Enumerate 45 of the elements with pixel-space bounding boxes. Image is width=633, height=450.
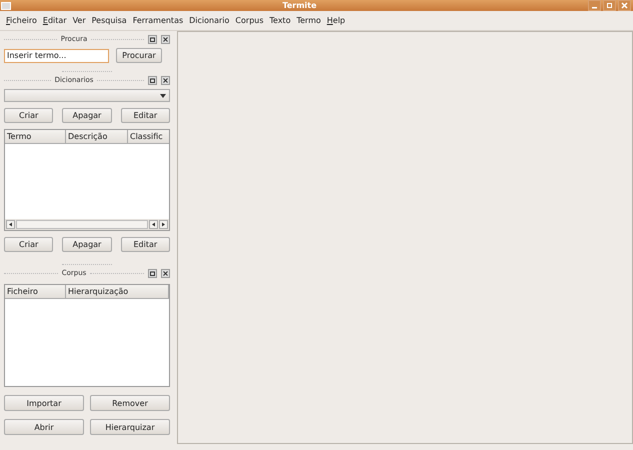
close-icon[interactable] xyxy=(161,76,170,84)
scroll-right-button[interactable] xyxy=(159,220,168,229)
corpus-button[interactable]: Abrir xyxy=(4,419,84,435)
corpus-button[interactable]: Importar xyxy=(4,395,84,411)
float-icon[interactable] xyxy=(148,34,157,44)
window-icon xyxy=(1,2,11,10)
column-header[interactable]: Classific xyxy=(128,130,169,143)
close-icon[interactable] xyxy=(161,34,170,44)
dictionary-button[interactable]: Apagar xyxy=(62,108,112,123)
float-icon[interactable] xyxy=(148,268,158,278)
menu-item[interactable]: Ferramentas xyxy=(130,16,186,25)
window-title: Termite xyxy=(281,0,318,10)
search-button[interactable]: Procurar xyxy=(116,48,162,63)
menu-item[interactable]: Termo xyxy=(294,16,324,25)
column-header[interactable]: Hierarquização xyxy=(66,285,169,298)
menu-item[interactable]: Pesquisa xyxy=(88,16,130,25)
close-button[interactable] xyxy=(618,0,631,11)
close-icon[interactable] xyxy=(161,268,170,278)
scroll-left-button[interactable] xyxy=(6,220,15,229)
column-header[interactable]: Ficheiro xyxy=(5,285,66,298)
menu-item[interactable]: Editar xyxy=(40,16,70,25)
maximize-button[interactable] xyxy=(603,0,616,11)
menu-item[interactable]: Ver xyxy=(70,16,89,25)
menu-item[interactable]: Ficheiro xyxy=(3,16,40,25)
dictionary-button[interactable]: Criar xyxy=(4,237,54,252)
float-icon[interactable] xyxy=(148,76,158,84)
search-field[interactable]: Inserir termo... xyxy=(4,48,109,62)
close-icon xyxy=(621,2,628,9)
menu-item[interactable]: Help xyxy=(324,16,348,25)
column-header[interactable]: Termo xyxy=(5,130,66,143)
dictionary-button[interactable]: Criar xyxy=(4,108,54,123)
dictionary-button[interactable]: Editar xyxy=(120,108,170,123)
column-header[interactable]: Descrição xyxy=(66,130,128,143)
scrollbar[interactable] xyxy=(16,220,148,229)
minimize-button[interactable] xyxy=(588,0,601,11)
menu-item[interactable]: Texto xyxy=(266,16,294,25)
dictionary-button[interactable]: Editar xyxy=(120,237,170,252)
corpus-button[interactable]: Hierarquizar xyxy=(90,419,170,435)
maximize-icon xyxy=(606,2,613,9)
menu-item[interactable]: Corpus xyxy=(232,16,267,25)
menu-item[interactable]: Dicionario xyxy=(186,16,232,25)
dictionary-button[interactable]: Apagar xyxy=(62,237,112,252)
caret-icon xyxy=(160,94,166,98)
scroll-left-button[interactable] xyxy=(149,220,158,229)
corpus-button[interactable]: Remover xyxy=(90,395,170,411)
